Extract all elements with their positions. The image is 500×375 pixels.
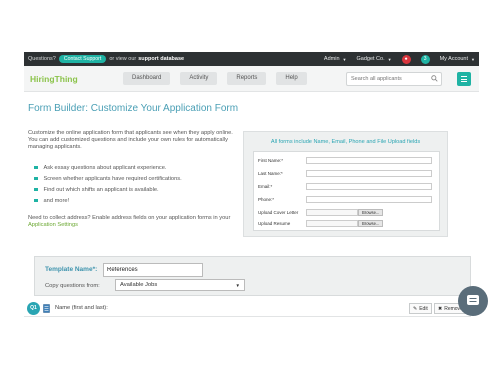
nav-help[interactable]: Help bbox=[276, 72, 307, 85]
or-view-text: or view our bbox=[109, 56, 137, 62]
last-name-label: Last Name:* bbox=[258, 171, 283, 176]
copy-questions-select[interactable]: Available Jobs ▼ bbox=[115, 279, 245, 291]
list-item: Find out which shifts an applicant is av… bbox=[34, 184, 182, 195]
bullet-icon bbox=[34, 198, 38, 203]
template-name-label: Template Name*: bbox=[45, 266, 98, 273]
bullet-icon bbox=[34, 187, 38, 192]
list-item: Screen whether applicants have required … bbox=[34, 173, 182, 184]
chevron-down-icon: ▼ bbox=[387, 56, 392, 62]
search-icon[interactable] bbox=[431, 75, 438, 82]
list-item: Ask essay questions about applicant expe… bbox=[34, 162, 182, 173]
hamburger-menu-button[interactable] bbox=[457, 72, 471, 86]
nav-dashboard[interactable]: Dashboard bbox=[123, 72, 171, 85]
nav-activity[interactable]: Activity bbox=[180, 72, 218, 85]
support-database-link[interactable]: support database bbox=[138, 56, 184, 62]
list-item-text: Screen whether applicants have required … bbox=[43, 175, 182, 182]
edit-question-button[interactable]: ✎ Edit bbox=[409, 303, 432, 314]
form-preview-panel: All forms include Name, Email, Phone and… bbox=[243, 131, 448, 237]
cover-letter-label: Upload Cover Letter bbox=[258, 210, 299, 215]
nav-reports[interactable]: Reports bbox=[227, 72, 267, 85]
first-name-label: First Name:* bbox=[258, 158, 284, 163]
question-row: Q1 Name (first and last): ✎ Edit ✖ Remov… bbox=[24, 301, 471, 317]
resume-file-field bbox=[306, 220, 358, 227]
copy-questions-label: Copy questions from: bbox=[45, 283, 100, 289]
list-item: and more! bbox=[34, 195, 182, 206]
list-item-text: Ask essay questions about applicant expe… bbox=[43, 164, 167, 171]
phone-row: Phone:* bbox=[258, 196, 432, 203]
utility-bar: Questions? Contact Support or view our s… bbox=[24, 52, 479, 66]
question-number-badge: Q1 bbox=[27, 302, 40, 315]
close-icon: ✖ bbox=[438, 305, 443, 312]
phone-label: Phone:* bbox=[258, 197, 275, 202]
chat-button[interactable] bbox=[458, 286, 488, 316]
intro-text: Customize the online application form th… bbox=[28, 130, 233, 150]
first-name-field bbox=[306, 157, 432, 164]
first-name-row: First Name:* bbox=[258, 157, 432, 164]
questions-label: Questions? bbox=[28, 56, 56, 62]
bullet-icon bbox=[34, 176, 38, 181]
chat-icon bbox=[467, 295, 479, 305]
sample-form: First Name:* Last Name:* Email:* Phone:*… bbox=[253, 151, 440, 231]
notification-count-badge[interactable]: 3 bbox=[420, 54, 430, 64]
template-name-input[interactable] bbox=[103, 263, 203, 277]
copy-questions-value: Available Jobs bbox=[120, 282, 158, 288]
bullet-icon bbox=[34, 165, 38, 170]
edit-label: Edit bbox=[419, 305, 428, 312]
menu-line bbox=[461, 76, 467, 77]
page-title: Form Builder: Customize Your Application… bbox=[28, 103, 239, 114]
feature-list: Ask essay questions about applicant expe… bbox=[34, 162, 182, 206]
search-input[interactable] bbox=[351, 76, 429, 82]
list-item-text: and more! bbox=[43, 197, 70, 204]
resume-row: Upload Resume Browse... bbox=[258, 220, 384, 227]
resume-browse-button: Browse... bbox=[358, 220, 384, 227]
alert-icon[interactable]: ♠ bbox=[401, 54, 411, 64]
address-text: Need to collect address? Enable address … bbox=[28, 215, 231, 221]
question-text: Name (first and last): bbox=[55, 305, 108, 311]
cover-letter-file-field bbox=[306, 209, 358, 216]
email-label: Email:* bbox=[258, 184, 273, 189]
chevron-down-icon: ▼ bbox=[342, 56, 347, 62]
list-item-text: Find out which shifts an applicant is av… bbox=[43, 186, 159, 193]
resume-label: Upload Resume bbox=[258, 221, 291, 226]
company-label: Gadget Co. bbox=[356, 56, 385, 62]
menu-line bbox=[461, 78, 467, 80]
last-name-row: Last Name:* bbox=[258, 170, 432, 177]
preview-heading: All forms include Name, Email, Phone and… bbox=[270, 139, 421, 145]
contact-support-button[interactable]: Contact Support bbox=[58, 55, 107, 63]
phone-field bbox=[306, 196, 432, 203]
chevron-down-icon: ▼ bbox=[235, 283, 240, 288]
admin-menu[interactable]: Admin ▼ bbox=[324, 56, 347, 62]
menu-line bbox=[461, 81, 467, 82]
cover-letter-row: Upload Cover Letter Browse... bbox=[258, 209, 384, 216]
cover-letter-browse-button: Browse... bbox=[358, 209, 384, 216]
email-row: Email:* bbox=[258, 183, 432, 190]
admin-label: Admin bbox=[323, 56, 340, 62]
edit-icon: ✎ bbox=[413, 305, 418, 312]
logo[interactable]: HiringThing bbox=[30, 74, 120, 84]
search-box bbox=[346, 72, 442, 86]
template-settings-panel: Template Name*: Copy questions from: Ava… bbox=[34, 256, 471, 296]
company-menu[interactable]: Gadget Co. ▼ bbox=[356, 56, 391, 62]
my-account-label: My Account bbox=[439, 56, 469, 62]
document-icon bbox=[43, 304, 50, 313]
email-field bbox=[306, 183, 432, 190]
chevron-down-icon: ▼ bbox=[471, 56, 475, 62]
my-account-menu[interactable]: My Account ▼ bbox=[440, 56, 475, 62]
last-name-field bbox=[306, 170, 432, 177]
main-nav: HiringThing Dashboard Activity Reports H… bbox=[24, 66, 479, 92]
application-settings-link[interactable]: Application Settings bbox=[28, 222, 78, 228]
address-note: Need to collect address? Enable address … bbox=[28, 215, 238, 229]
app-window: Questions? Contact Support or view our s… bbox=[0, 0, 500, 375]
